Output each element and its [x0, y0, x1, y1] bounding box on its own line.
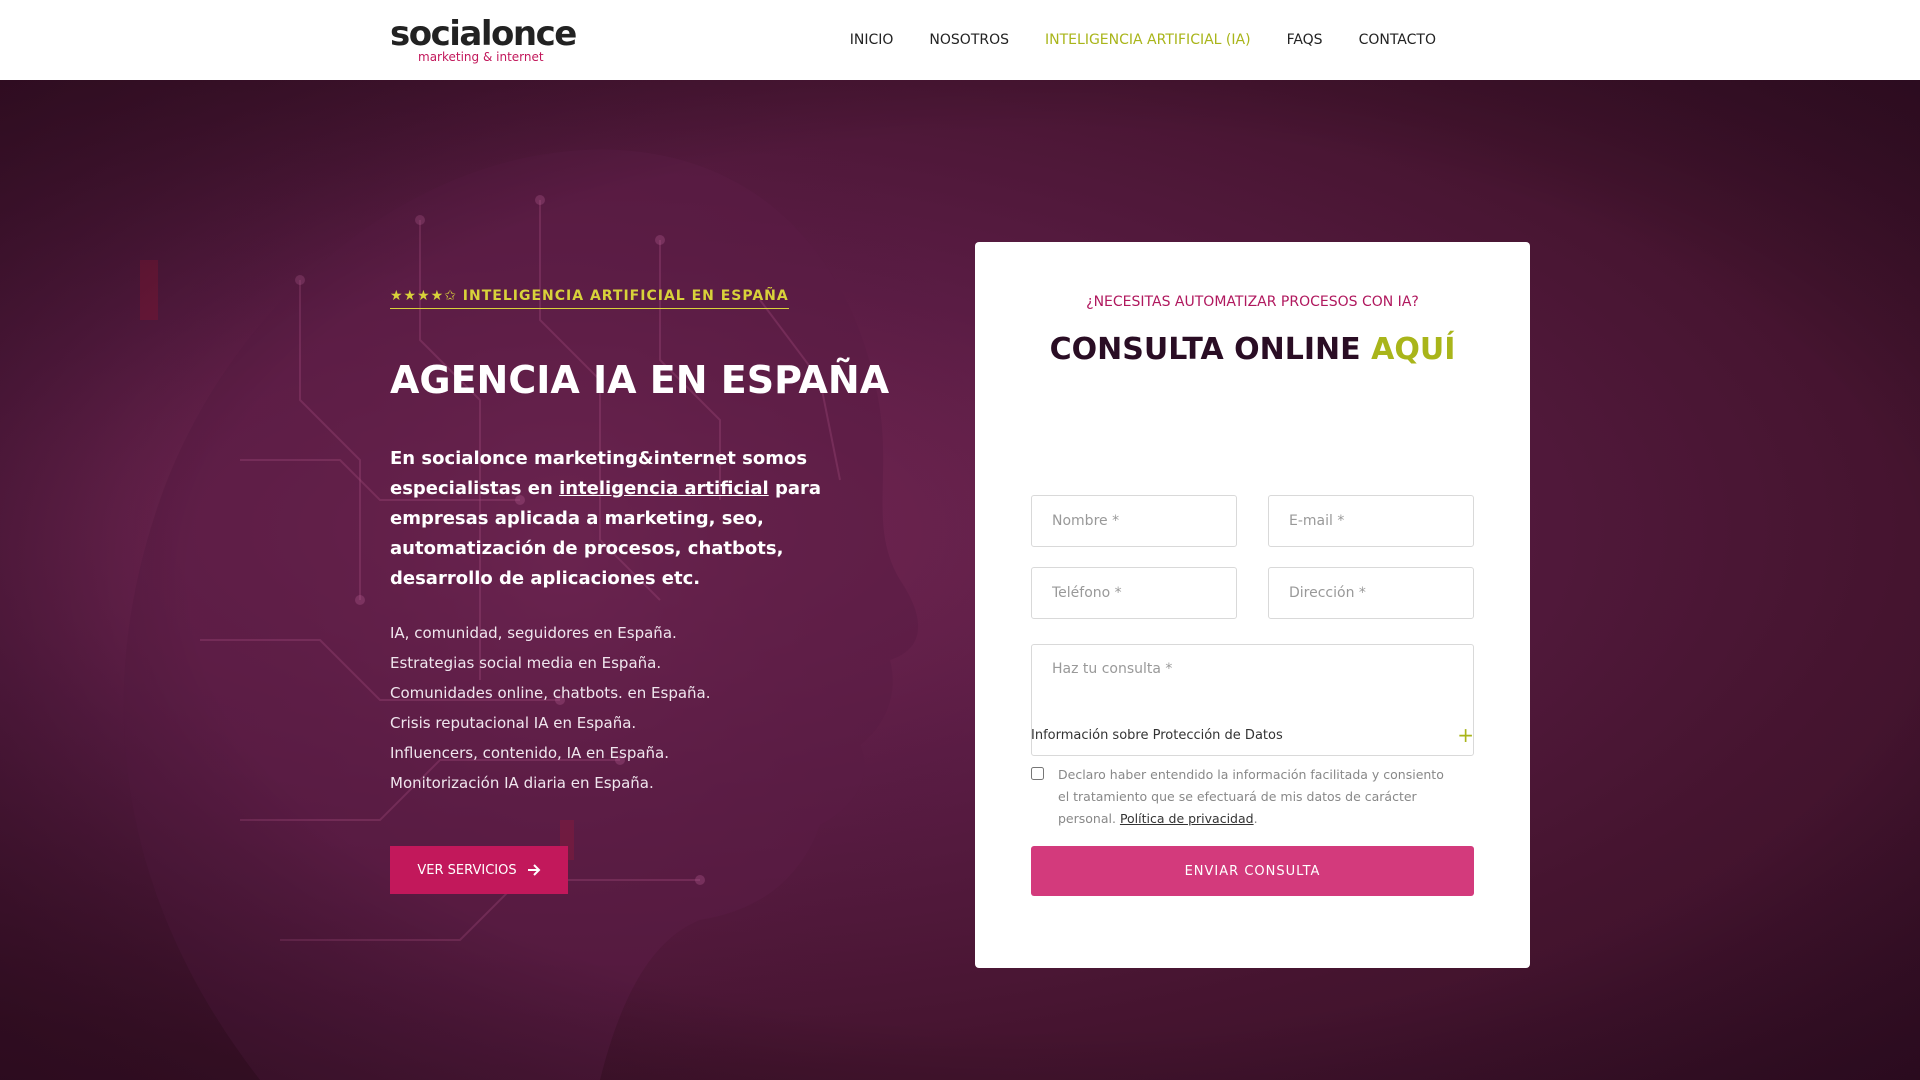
form-title: CONSULTA ONLINE AQUÍ [975, 332, 1530, 367]
consent-checkbox[interactable] [1031, 767, 1044, 780]
feature-item: Monitorización IA diaria en España. [390, 774, 654, 792]
nav-item-contacto[interactable]: CONTACTO [1359, 32, 1436, 48]
feature-item: Influencers, contenido, IA en España. [390, 744, 669, 762]
main-nav: INICIO NOSOTROS INTELIGENCIA ARTIFICIAL … [850, 0, 1436, 80]
logo[interactable]: socialonce marketing & internet [390, 16, 577, 66]
nav-item-faqs[interactable]: FAQS [1287, 32, 1323, 48]
direccion-field[interactable] [1268, 567, 1474, 619]
logo-tagline: marketing & internet [418, 50, 544, 64]
ver-servicios-button[interactable]: VER SERVICIOS [390, 846, 568, 894]
consent-text: Declaro haber entendido la información f… [1058, 764, 1451, 830]
feature-item: Estrategias social media en España. [390, 654, 662, 672]
consent-row: Declaro haber entendido la información f… [1031, 764, 1451, 830]
hero-title: AGENCIA IA EN ESPAÑA [390, 358, 890, 402]
nav-item-nosotros[interactable]: NOSOTROS [929, 32, 1009, 48]
privacy-policy-link[interactable]: Política de privacidad [1120, 811, 1254, 826]
arrow-right-icon [527, 864, 541, 876]
feature-item: Comunidades online, chatbots. en España. [390, 684, 711, 702]
form-eyebrow: ¿NECESITAS AUTOMATIZAR PROCESOS CON IA? [1086, 294, 1419, 310]
form-title-main: CONSULTA ONLINE [1049, 332, 1361, 367]
email-field[interactable] [1268, 495, 1474, 547]
features-list: IA, comunidad, seguidores en España. Est… [390, 618, 711, 798]
logo-wordmark: socialonce [390, 14, 577, 54]
ai-head-background-image [0, 80, 1920, 1080]
enviar-consulta-button[interactable]: ENVIAR CONSULTA [1031, 846, 1474, 896]
nav-item-inteligencia-artificial[interactable]: INTELIGENCIA ARTIFICIAL (IA) [1045, 32, 1251, 48]
feature-item: Crisis reputacional IA en España. [390, 714, 637, 732]
telefono-field[interactable] [1031, 567, 1237, 619]
privacy-info-toggle[interactable]: Información sobre Protección de Datos + [1031, 723, 1474, 747]
inteligencia-artificial-link[interactable]: inteligencia artificial [559, 478, 769, 499]
plus-icon: + [1457, 723, 1474, 747]
hero-lead: En socialonce marketing&internet somos e… [390, 444, 830, 594]
consultation-form-card: ¿NECESITAS AUTOMATIZAR PROCESOS CON IA? … [975, 242, 1530, 968]
hero-section: ★★★★✩ INTELIGENCIA ARTIFICIAL EN ESPAÑA … [0, 80, 1920, 1080]
nav-item-inicio[interactable]: INICIO [850, 32, 894, 48]
privacy-info-label: Información sobre Protección de Datos [1031, 727, 1283, 743]
site-header: socialonce marketing & internet INICIO N… [0, 0, 1920, 80]
form-title-accent: AQUÍ [1371, 332, 1456, 367]
nombre-field[interactable] [1031, 495, 1237, 547]
hero-eyebrow: ★★★★✩ INTELIGENCIA ARTIFICIAL EN ESPAÑA [390, 288, 789, 309]
feature-item: IA, comunidad, seguidores en España. [390, 624, 677, 642]
consent-text-end: . [1253, 811, 1258, 826]
ver-servicios-label: VER SERVICIOS [417, 862, 517, 878]
